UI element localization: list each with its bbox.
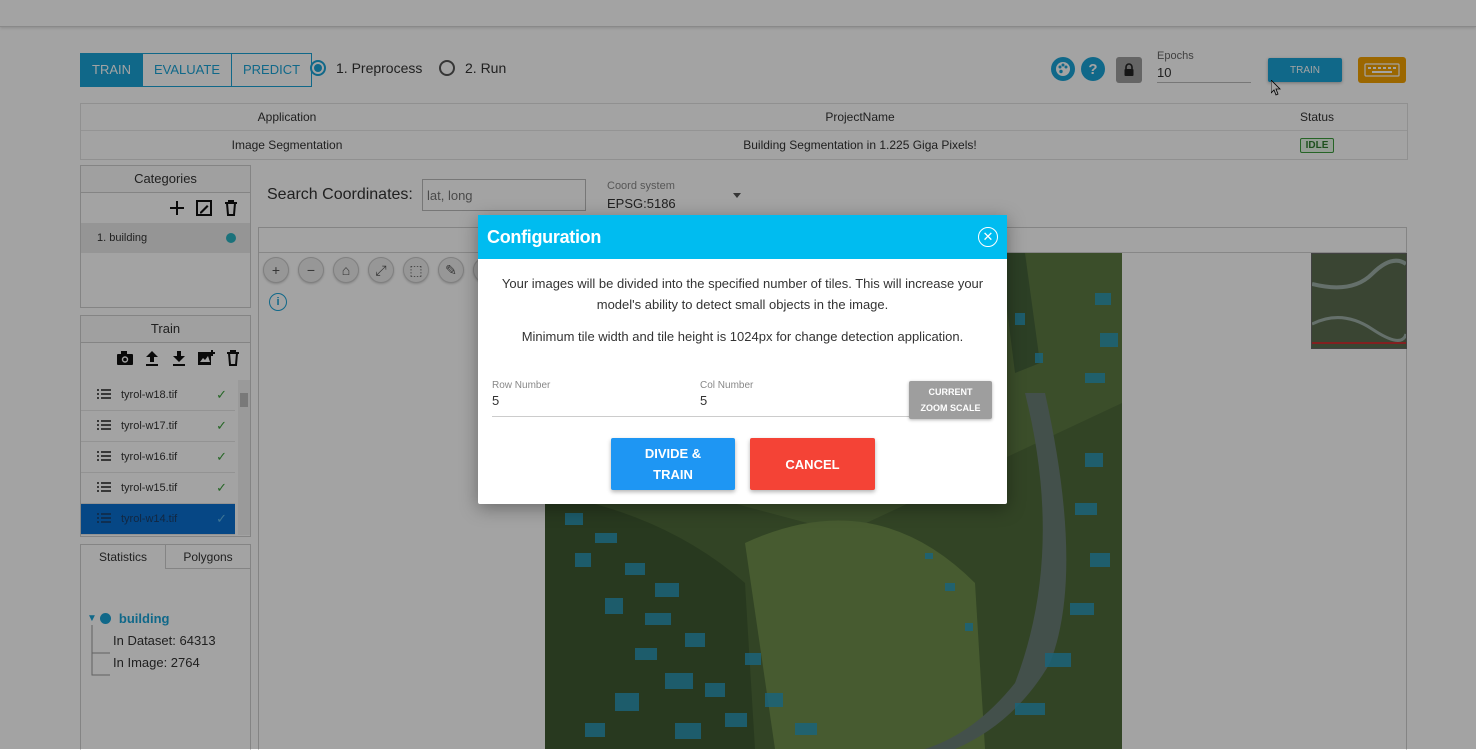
- close-icon[interactable]: ✕: [978, 227, 998, 247]
- zoom-button-line2: ZOOM SCALE: [920, 403, 981, 413]
- row-number-field[interactable]: Row Number 5: [492, 380, 700, 417]
- divide-and-train-button[interactable]: DIVIDE & TRAIN: [611, 438, 735, 490]
- divide-button-line1: DIVIDE &: [644, 446, 702, 461]
- row-number-label: Row Number: [492, 380, 551, 391]
- divide-button-line2: TRAIN: [653, 467, 693, 482]
- zoom-button-line1: CURRENT: [928, 387, 973, 397]
- col-number-value: 5: [700, 393, 708, 408]
- dialog-header: Configuration ✕: [478, 215, 1007, 259]
- configuration-dialog: Configuration ✕ Your images will be divi…: [478, 215, 1007, 504]
- dialog-note: Minimum tile width and tile height is 10…: [521, 329, 964, 344]
- col-number-label: Col Number: [700, 380, 754, 391]
- dialog-title: Configuration: [487, 226, 602, 247]
- col-number-field[interactable]: Col Number 5: [700, 380, 909, 417]
- row-number-value: 5: [492, 393, 500, 408]
- current-zoom-scale-button[interactable]: CURRENT ZOOM SCALE: [909, 381, 992, 419]
- dialog-description: Your images will be divided into the spe…: [501, 276, 984, 312]
- cancel-button[interactable]: CANCEL: [750, 438, 875, 490]
